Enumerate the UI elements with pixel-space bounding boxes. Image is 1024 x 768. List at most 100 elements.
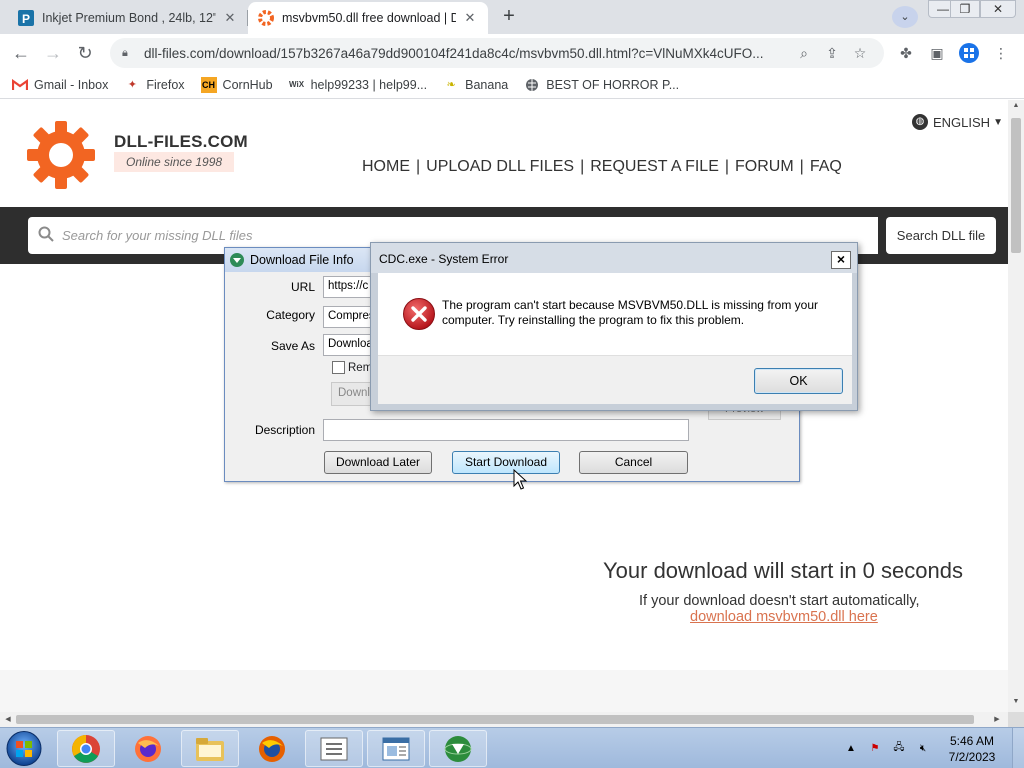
wix-icon: WiX bbox=[289, 80, 305, 89]
nav-separator: | bbox=[724, 158, 730, 175]
url-label: URL bbox=[290, 280, 315, 294]
tray-expand-arrow-icon[interactable]: ▲ bbox=[842, 740, 860, 758]
error-icon bbox=[403, 298, 435, 330]
close-icon[interactable]: ✕ bbox=[222, 10, 238, 26]
checkbox-box[interactable] bbox=[332, 361, 345, 374]
start-button-icon[interactable] bbox=[2, 729, 46, 768]
address-bar[interactable]: 🔒︎ dll-files.com/download/157b3267a46a79… bbox=[110, 38, 884, 68]
banana-icon: ❧ bbox=[446, 79, 456, 91]
ok-button[interactable]: OK bbox=[754, 368, 843, 394]
search-dll-button[interactable]: Search DLL file bbox=[886, 217, 996, 254]
taskbar-chrome[interactable] bbox=[57, 730, 115, 767]
bookmark-label: BEST OF HORROR P... bbox=[546, 77, 680, 92]
windows-taskbar: ▲ ⚑ 🖧︎ 🔇︎ 5:46 AM 7/2/2023 bbox=[0, 727, 1024, 768]
nav-request-a-file[interactable]: REQUEST A FILE bbox=[590, 158, 719, 176]
scroll-thumb[interactable] bbox=[16, 715, 974, 724]
download-later-button[interactable]: Download Later bbox=[324, 451, 432, 474]
side-panel-icon[interactable]: ▣ bbox=[926, 42, 948, 64]
ch-icon: CH bbox=[200, 76, 217, 93]
taskbar-firefox-2[interactable] bbox=[243, 730, 301, 767]
dialog-title: Download File Info bbox=[250, 253, 354, 267]
scroll-thumb[interactable] bbox=[1011, 118, 1021, 253]
bookmark-banana[interactable]: ❧ Banana bbox=[443, 77, 509, 93]
dll-files-gear-logo[interactable] bbox=[26, 120, 96, 190]
taskbar-idm[interactable] bbox=[429, 730, 487, 767]
site-name[interactable]: DLL-FILES.COM bbox=[114, 132, 248, 152]
description-field[interactable] bbox=[323, 419, 689, 441]
bookmark-label: Banana bbox=[465, 77, 509, 92]
network-icon[interactable]: 🖧︎ bbox=[890, 740, 908, 758]
page-footer-band bbox=[0, 670, 1008, 712]
download-heading: Your download will start in 0 seconds bbox=[603, 558, 963, 583]
menu-kebab-icon[interactable]: ⋮ bbox=[990, 42, 1012, 64]
vertical-scrollbar[interactable]: ▲ ▼ bbox=[1008, 100, 1024, 712]
taskbar-firefox[interactable] bbox=[119, 730, 177, 767]
cancel-button[interactable]: Cancel bbox=[579, 451, 688, 474]
url-text: dll-files.com/download/157b3267a46a79dd9… bbox=[144, 45, 764, 61]
nav-faq[interactable]: FAQ bbox=[810, 158, 842, 176]
share-icon[interactable]: ⇪ bbox=[818, 45, 846, 62]
search-icon[interactable]: ⌕ bbox=[790, 45, 818, 62]
error-message: The program can't start because MSVBVM50… bbox=[442, 298, 818, 327]
taskbar-clock[interactable]: 5:46 AM 7/2/2023 bbox=[936, 733, 1008, 765]
tab-inkjet[interactable]: P Inkjet Premium Bond , 24lb, 12" x ✕ bbox=[8, 2, 248, 34]
clock-date: 7/2/2023 bbox=[948, 750, 996, 764]
horizontal-scrollbar[interactable]: ◀ ▶ bbox=[0, 712, 1008, 727]
nav-upload-dll-files[interactable]: UPLOAD DLL FILES bbox=[426, 158, 574, 176]
dll-gear-icon bbox=[258, 10, 274, 26]
save-as-label: Save As bbox=[270, 339, 315, 353]
new-tab-button[interactable]: + bbox=[496, 5, 522, 29]
language-selector[interactable]: ◍ ENGLISH ▼ bbox=[912, 114, 1003, 130]
taskbar-file-explorer[interactable] bbox=[181, 730, 239, 767]
svg-text:P: P bbox=[22, 12, 30, 26]
action-center-flag-icon[interactable]: ⚑ bbox=[866, 740, 884, 758]
taskbar-document-window[interactable] bbox=[367, 730, 425, 767]
scroll-right-arrow-icon[interactable]: ▶ bbox=[990, 712, 1004, 727]
caret-down-icon: ▼ bbox=[993, 116, 1003, 128]
nav-home[interactable]: HOME bbox=[362, 158, 410, 176]
bookmark-firefox[interactable]: ✦ Firefox bbox=[124, 77, 185, 93]
language-label: ENGLISH bbox=[933, 114, 991, 130]
firefox-icon bbox=[259, 735, 285, 762]
profile-avatar-icon[interactable] bbox=[958, 42, 980, 64]
site-tagline: Online since 1998 bbox=[114, 152, 235, 172]
system-error-dialog: CDC.exe - System Error × The program can… bbox=[370, 242, 858, 411]
restore-button[interactable]: ❐ bbox=[950, 0, 980, 18]
close-icon[interactable]: ✕ bbox=[462, 10, 478, 26]
star-icon[interactable]: ☆ bbox=[846, 45, 874, 62]
search-icon bbox=[38, 226, 56, 246]
globe-icon bbox=[524, 77, 540, 93]
clock-time: 5:46 AM bbox=[949, 734, 995, 748]
bookmark-help99233[interactable]: WiX help99233 | help99... bbox=[289, 77, 427, 93]
bookmark-label: Firefox bbox=[146, 77, 185, 92]
browser-toolbar: ← → ↻ 🔒︎ dll-files.com/download/157b3267… bbox=[0, 34, 1024, 71]
bookmarks-bar: Gmail - Inbox ✦ Firefox CH CornHub WiX h… bbox=[0, 71, 1024, 99]
bookmark-gmail[interactable]: Gmail - Inbox bbox=[12, 77, 108, 93]
nav-separator: | bbox=[580, 158, 585, 175]
dialog-titlebar[interactable]: CDC.exe - System Error bbox=[371, 243, 857, 273]
taskbar-notepad-list[interactable] bbox=[305, 730, 363, 767]
scroll-down-arrow-icon[interactable]: ▼ bbox=[1008, 698, 1024, 705]
reload-icon[interactable]: ↻ bbox=[72, 40, 98, 66]
chevron-down-icon[interactable]: ⌄ bbox=[892, 6, 918, 28]
close-button[interactable]: × bbox=[831, 251, 851, 269]
nav-forum[interactable]: FORUM bbox=[735, 158, 794, 176]
bookmark-cornhub[interactable]: CH CornHub bbox=[200, 76, 273, 93]
bookmark-label: CornHub bbox=[222, 77, 273, 92]
back-arrow-icon[interactable]: ← bbox=[8, 40, 34, 66]
window-close-button[interactable]: ✕ bbox=[980, 0, 1016, 18]
download-link[interactable]: download msvbvm50.dll here bbox=[690, 609, 878, 625]
nav-separator: | bbox=[416, 158, 421, 175]
tab-title: msvbvm50.dll free download | DL bbox=[282, 11, 456, 25]
bookmark-best-of-horror[interactable]: BEST OF HORROR P... bbox=[524, 77, 679, 93]
download-subtext: If your download doesn't start automatic… bbox=[639, 593, 920, 609]
extensions-puzzle-icon[interactable]: ✤ bbox=[895, 42, 917, 64]
scroll-left-arrow-icon[interactable]: ◀ bbox=[1, 712, 15, 727]
tab-dll-files[interactable]: msvbvm50.dll free download | DL ✕ bbox=[248, 2, 488, 34]
forward-arrow-icon[interactable]: → bbox=[40, 40, 66, 66]
scroll-up-arrow-icon[interactable]: ▲ bbox=[1008, 102, 1024, 109]
volume-muted-icon[interactable]: 🔇︎ bbox=[914, 740, 932, 758]
start-download-button[interactable]: Start Download bbox=[452, 451, 560, 474]
show-desktop-button[interactable] bbox=[1012, 728, 1024, 768]
globe-icon: ◍ bbox=[912, 114, 928, 130]
